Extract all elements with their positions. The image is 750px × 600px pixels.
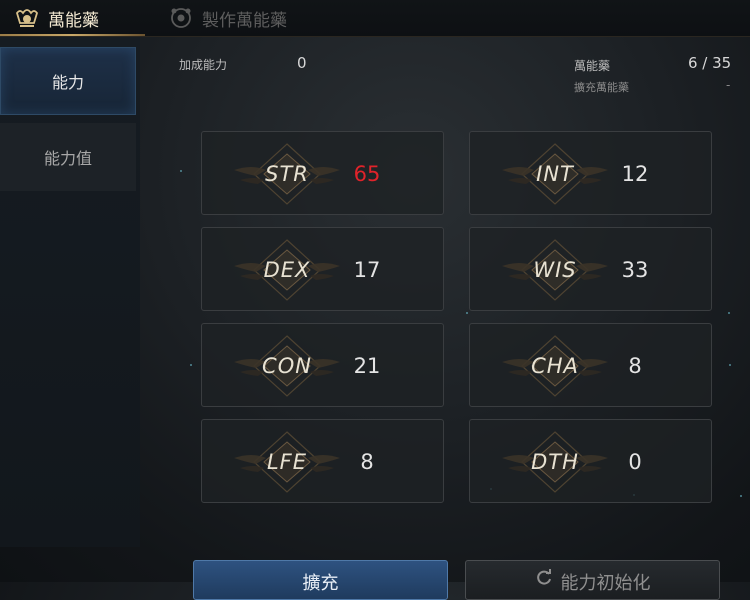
stat-value: 8 [360,450,374,474]
stat-value: 12 [621,162,649,186]
bonus-ability-value: 0 [297,54,307,72]
sidebar-item-ability[interactable]: 能力 [0,47,136,115]
stat-value: 21 [353,354,381,378]
elixir-icon [14,6,40,30]
background-star [190,364,192,366]
stat-card-str: STR 65 [201,131,444,215]
stat-name: LFE [266,450,308,474]
expand-elixir-value: - [726,78,731,92]
sidebar: 能力 能力值 [0,37,140,547]
tab-craft-elixir[interactable]: 製作萬能藥 [168,0,287,36]
background-star [740,495,742,497]
background-star [466,312,468,314]
stat-value: 33 [621,258,649,282]
stat-card-cha: CHA 8 [469,323,712,407]
elixir-count-value: 6 / 35 [688,54,732,72]
reset-button-label: 能力初始化 [560,573,651,594]
stat-name: CON [262,354,312,378]
tab-label: 萬能藥 [48,10,99,31]
sidebar-item-label: 能力 [51,73,84,92]
stat-card-con: CON 21 [201,323,444,407]
background-star [729,364,731,366]
stat-name: INT [536,162,574,186]
expand-button[interactable]: 擴充 [193,560,448,600]
stat-value: 0 [628,450,642,474]
craft-elixir-icon [168,6,194,30]
stat-card-lfe: LFE 8 [201,419,444,503]
reset-abilities-button[interactable]: 能力初始化 [465,560,720,600]
stat-name: DEX [263,258,311,282]
elixir-count-label: 萬能藥 [574,59,611,73]
stat-value: 8 [628,354,642,378]
stat-name: CHA [531,354,579,378]
stat-name: STR [265,162,309,186]
tab-elixir[interactable]: 萬能藥 [14,0,99,36]
stat-card-wis: WIS 33 [469,227,712,311]
sidebar-item-label: 能力值 [43,149,92,168]
stat-value: 17 [353,258,381,282]
stat-name: WIS [533,258,577,282]
stat-name: DTH [531,450,579,474]
background-star [728,312,730,314]
expand-button-label: 擴充 [302,573,339,594]
reset-icon [535,569,553,592]
background-star [180,170,182,172]
sidebar-item-ability-value[interactable]: 能力值 [0,123,136,191]
stat-card-int: INT 12 [469,131,712,215]
expand-elixir-label: 擴充萬能藥 [574,81,629,94]
stat-value: 65 [353,162,381,186]
stat-card-dth: DTH 0 [469,419,712,503]
active-tab-indicator [0,34,145,36]
bonus-ability-label: 加成能力 [179,58,228,72]
stat-card-dex: DEX 17 [201,227,444,311]
tab-label: 製作萬能藥 [202,10,287,31]
tab-bar: 萬能藥 製作萬能藥 [0,0,750,37]
